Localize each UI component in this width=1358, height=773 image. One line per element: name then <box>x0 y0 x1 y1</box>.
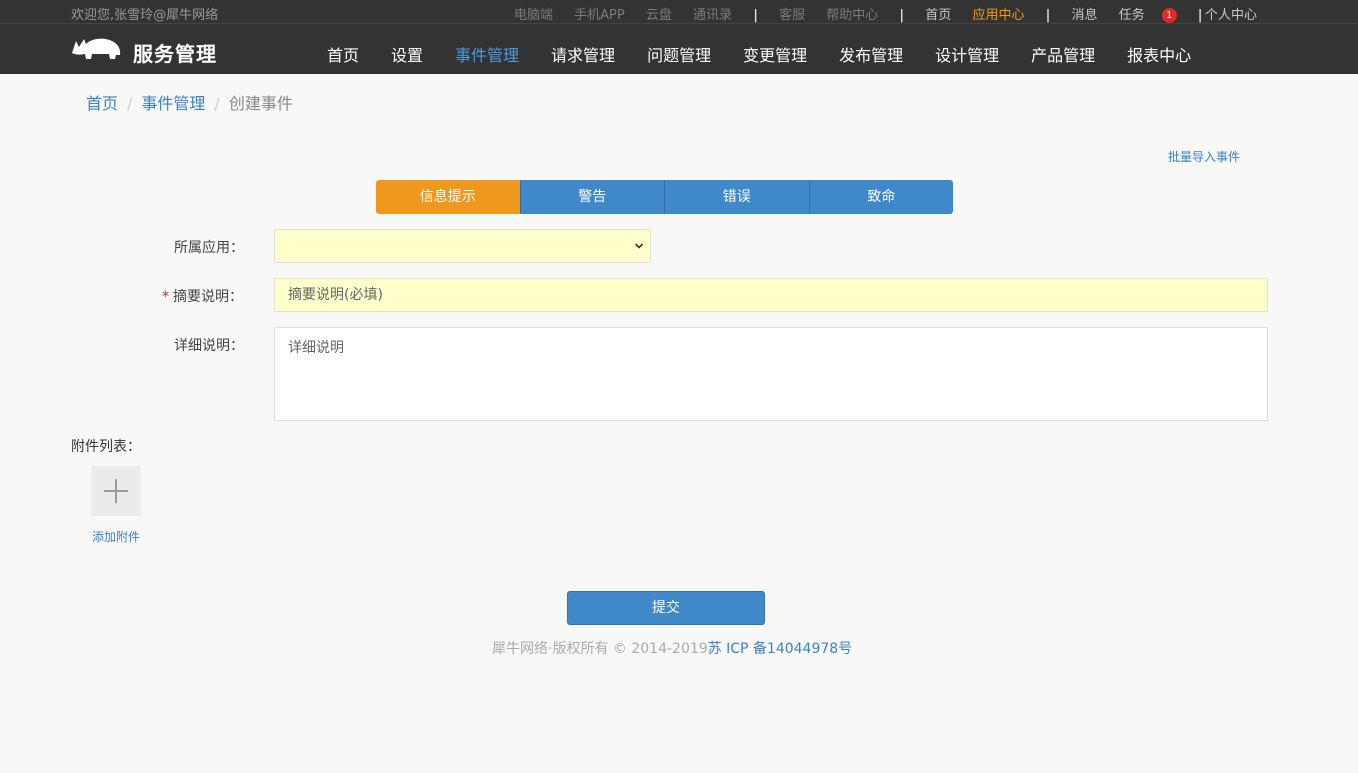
divider: | <box>1197 8 1203 23</box>
plus-icon <box>104 479 128 503</box>
footer: 犀牛网络·版权所有 © 2014-2019苏 ICP 备14044978号 <box>492 638 852 658</box>
footer-copyright: 犀牛网络·版权所有 © 2014-2019 <box>492 641 708 657</box>
cloud-link[interactable]: 云盘 <box>646 8 672 23</box>
required-mark: * <box>162 289 169 305</box>
summary-label: 摘要说明： <box>173 289 243 305</box>
add-attachment-button[interactable] <box>91 466 141 516</box>
nav-design-management[interactable]: 设计管理 <box>935 42 999 66</box>
submit-button[interactable]: 提交 <box>567 591 765 625</box>
welcome-text: 欢迎您,张雪玲@犀牛网络 <box>71 8 219 23</box>
level-fatal-button[interactable]: 致命 <box>809 180 953 214</box>
divider: | <box>1045 8 1051 23</box>
app-select[interactable] <box>274 229 651 263</box>
summary-label-row: * 摘要说明： <box>162 286 243 306</box>
help-link[interactable]: 帮助中心 <box>826 8 878 23</box>
divider: | <box>899 8 905 23</box>
nav-release-management[interactable]: 发布管理 <box>839 42 903 66</box>
app-center-link[interactable]: 应用中心 <box>972 8 1024 23</box>
tasks-link[interactable]: 任务 1 <box>1119 8 1177 23</box>
breadcrumb-home[interactable]: 首页 <box>86 94 118 113</box>
nav-home[interactable]: 首页 <box>327 42 359 66</box>
nav-report-center[interactable]: 报表中心 <box>1127 42 1191 66</box>
add-attachment-link[interactable]: 添加附件 <box>92 528 140 545</box>
contacts-link[interactable]: 通讯录 <box>693 8 732 23</box>
nav-problem-management[interactable]: 问题管理 <box>647 42 711 66</box>
severity-level-tabs: 信息提示 警告 错误 致命 <box>376 180 953 214</box>
app-label: 所属应用： <box>174 240 244 256</box>
nav-settings[interactable]: 设置 <box>391 42 423 66</box>
nav-incident-management[interactable]: 事件管理 <box>455 42 519 66</box>
desktop-link[interactable]: 电脑端 <box>514 8 553 23</box>
main-nav: 首页 设置 事件管理 请求管理 问题管理 变更管理 发布管理 设计管理 产品管理 报表中心 <box>327 42 1223 66</box>
utility-links: 电脑端 手机APP 云盘 通讯录 | 客服 帮助中心 | 首页 应用中心 | 消… <box>514 4 1203 23</box>
breadcrumb-section[interactable]: 事件管理 <box>141 94 205 113</box>
nav-product-management[interactable]: 产品管理 <box>1031 42 1095 66</box>
personal-center-link[interactable]: 个人中心 <box>1205 4 1257 23</box>
chevron-down-icon <box>634 243 644 249</box>
logo-text: 服务管理 <box>133 42 217 66</box>
messages-link[interactable]: 消息 <box>1071 8 1097 23</box>
batch-import-link[interactable]: 批量导入事件 <box>1168 148 1240 165</box>
level-error-button[interactable]: 错误 <box>665 180 810 214</box>
tasks-label: 任务 <box>1118 8 1145 23</box>
level-warning-button[interactable]: 警告 <box>520 180 665 214</box>
breadcrumb-current: 创建事件 <box>228 94 293 113</box>
breadcrumb: 首页 / 事件管理 / 创建事件 <box>86 90 293 114</box>
attachments-label: 附件列表： <box>71 439 141 455</box>
service-link[interactable]: 客服 <box>779 8 805 23</box>
top-home-link[interactable]: 首页 <box>925 8 951 23</box>
breadcrumb-separator: / <box>127 94 133 113</box>
detail-textarea[interactable] <box>274 327 1268 421</box>
summary-input[interactable] <box>274 278 1268 312</box>
nav-change-management[interactable]: 变更管理 <box>743 42 807 66</box>
footer-icp-link[interactable]: 苏 ICP 备14044978号 <box>708 641 853 657</box>
breadcrumb-separator: / <box>214 94 220 113</box>
divider: | <box>753 8 758 23</box>
rhino-logo-icon <box>72 38 121 59</box>
detail-label: 详细说明： <box>174 338 244 354</box>
tasks-badge: 1 <box>1161 8 1177 23</box>
level-info-button[interactable]: 信息提示 <box>376 180 521 214</box>
mobile-app-link[interactable]: 手机APP <box>574 8 625 23</box>
nav-request-management[interactable]: 请求管理 <box>551 42 615 66</box>
top-bar: 欢迎您,张雪玲@犀牛网络 电脑端 手机APP 云盘 通讯录 | 客服 帮助中心 … <box>0 0 1358 74</box>
